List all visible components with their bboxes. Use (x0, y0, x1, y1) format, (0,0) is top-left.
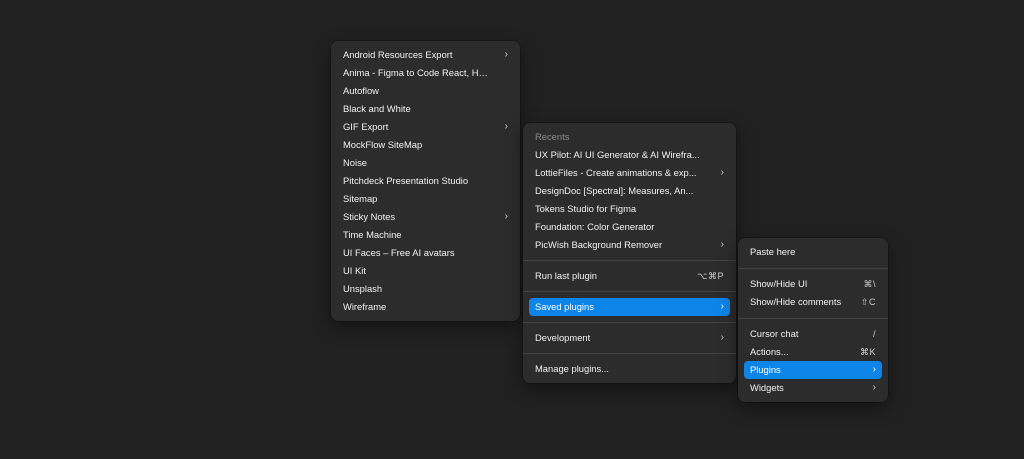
menu-item-ui-faces[interactable]: UI Faces – Free AI avatars (337, 244, 514, 262)
menu-item-label: Show/Hide UI (750, 278, 808, 289)
keyboard-shortcut: / (872, 329, 876, 339)
menu-item-label: Actions... (750, 346, 789, 357)
menu-item-unsplash[interactable]: Unsplash (337, 280, 514, 298)
cursor-chat-item[interactable]: Cursor chat / (744, 325, 882, 343)
menu-item-label: PicWish Background Remover (535, 239, 663, 250)
menu-item-pitchdeck[interactable]: Pitchdeck Presentation Studio (337, 172, 514, 190)
recent-item-foundation[interactable]: Foundation: Color Generator (529, 218, 730, 236)
recent-item-tokens-studio[interactable]: Tokens Studio for Figma (529, 200, 730, 218)
menu-item-label: MockFlow SiteMap (343, 139, 423, 150)
canvas-context-menu: Paste here Show/Hide UI ⌘\ Show/Hide com… (738, 238, 888, 402)
keyboard-shortcut: ⌥⌘P (697, 271, 724, 281)
chevron-right-icon: › (504, 49, 508, 60)
menu-item-label: Time Machine (343, 229, 402, 240)
widgets-item[interactable]: Widgets › (744, 379, 882, 397)
chevron-right-icon: › (872, 382, 876, 393)
recents-heading: Recents (535, 131, 570, 142)
menu-item-noise[interactable]: Noise (337, 154, 514, 172)
chevron-right-icon: › (504, 121, 508, 132)
menu-item-label: UI Kit (343, 265, 366, 276)
menu-item-anima[interactable]: Anima - Figma to Code React, HTML... (337, 64, 514, 82)
show-hide-ui-item[interactable]: Show/Hide UI ⌘\ (744, 275, 882, 293)
run-last-plugin-item[interactable]: Run last plugin ⌥⌘P (529, 267, 730, 285)
menu-item-label: LottieFiles - Create animations & exp... (535, 167, 697, 178)
chevron-right-icon: › (504, 211, 508, 222)
chevron-right-icon: › (720, 239, 724, 250)
menu-item-autoflow[interactable]: Autoflow (337, 82, 514, 100)
menu-item-label: Sitemap (343, 193, 378, 204)
menu-item-sticky-notes[interactable]: Sticky Notes › (337, 208, 514, 226)
chevron-right-icon: › (720, 301, 724, 312)
menu-item-label: Noise (343, 157, 367, 168)
menu-item-wireframe[interactable]: Wireframe (337, 298, 514, 316)
menu-item-label: Plugins (750, 364, 781, 375)
menu-item-android-resources-export[interactable]: Android Resources Export › (337, 46, 514, 64)
menu-item-label: Sticky Notes (343, 211, 396, 222)
menu-divider (738, 318, 888, 319)
menu-item-label: Widgets (750, 382, 784, 393)
chevron-right-icon: › (720, 332, 724, 343)
menu-divider (523, 260, 736, 261)
menu-item-label: Paste here (750, 246, 796, 257)
menu-item-black-and-white[interactable]: Black and White (337, 100, 514, 118)
menu-item-label: GIF Export (343, 121, 389, 132)
menu-item-label: Tokens Studio for Figma (535, 203, 637, 214)
saved-plugins-item[interactable]: Saved plugins › (529, 298, 730, 316)
menu-item-mockflow-sitemap[interactable]: MockFlow SiteMap (337, 136, 514, 154)
menu-item-label: Unsplash (343, 283, 383, 294)
menu-divider (523, 322, 736, 323)
menu-item-sitemap[interactable]: Sitemap (337, 190, 514, 208)
menu-item-label: Saved plugins (535, 301, 594, 312)
menu-item-label: Development (535, 332, 591, 343)
recent-item-picwish[interactable]: PicWish Background Remover › (529, 236, 730, 254)
chevron-right-icon: › (720, 167, 724, 178)
manage-plugins-item[interactable]: Manage plugins... (529, 360, 730, 378)
keyboard-shortcut: ⇧C (860, 297, 876, 307)
menu-item-gif-export[interactable]: GIF Export › (337, 118, 514, 136)
recent-item-lottiefiles[interactable]: LottieFiles - Create animations & exp...… (529, 164, 730, 182)
keyboard-shortcut: ⌘K (859, 347, 876, 357)
menu-item-label: DesignDoc [Spectral]: Measures, An... (535, 185, 694, 196)
plugins-submenu: Recents UX Pilot: AI UI Generator & AI W… (523, 123, 736, 383)
menu-item-label: Anima - Figma to Code React, HTML... (343, 67, 492, 78)
menu-item-label: Run last plugin (535, 270, 598, 281)
keyboard-shortcut: ⌘\ (863, 279, 876, 289)
menu-divider (738, 268, 888, 269)
menu-divider (523, 353, 736, 354)
menu-item-label: Cursor chat (750, 328, 799, 339)
plugins-item[interactable]: Plugins › (744, 361, 882, 379)
menu-item-label: Android Resources Export (343, 49, 453, 60)
menu-item-ui-kit[interactable]: UI Kit (337, 262, 514, 280)
menu-item-label: Manage plugins... (535, 363, 610, 374)
menu-item-time-machine[interactable]: Time Machine (337, 226, 514, 244)
chevron-right-icon: › (872, 364, 876, 375)
recent-item-ux-pilot[interactable]: UX Pilot: AI UI Generator & AI Wirefra..… (529, 146, 730, 164)
menu-divider (523, 291, 736, 292)
menu-item-label: Show/Hide comments (750, 296, 842, 307)
paste-here-item[interactable]: Paste here (744, 243, 882, 261)
menu-item-label: Pitchdeck Presentation Studio (343, 175, 469, 186)
recent-item-designdoc[interactable]: DesignDoc [Spectral]: Measures, An... (529, 182, 730, 200)
actions-item[interactable]: Actions... ⌘K (744, 343, 882, 361)
menu-item-label: Autoflow (343, 85, 379, 96)
menu-item-label: Foundation: Color Generator (535, 221, 655, 232)
development-item[interactable]: Development › (529, 329, 730, 347)
menu-item-label: Wireframe (343, 301, 387, 312)
menu-item-label: UI Faces – Free AI avatars (343, 247, 455, 258)
plugins-list-menu: Android Resources Export › Anima - Figma… (331, 41, 520, 321)
show-hide-comments-item[interactable]: Show/Hide comments ⇧C (744, 293, 882, 311)
menu-item-label: UX Pilot: AI UI Generator & AI Wirefra..… (535, 149, 700, 160)
menu-item-label: Black and White (343, 103, 411, 114)
